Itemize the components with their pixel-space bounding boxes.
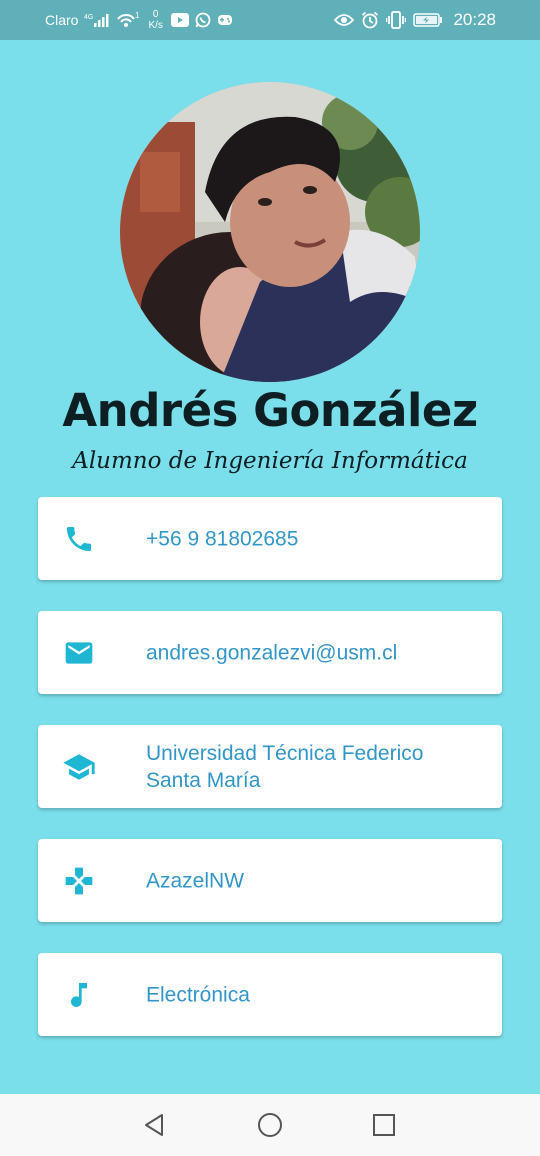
back-icon[interactable] — [138, 1109, 170, 1141]
wifi-icon: 1 — [116, 11, 140, 29]
card-university-line-1: Universidad Técnica Federico — [146, 741, 424, 765]
carrier-label: Claro — [45, 12, 79, 28]
svg-text:1: 1 — [135, 11, 140, 20]
status-right: 20:28 — [334, 0, 496, 40]
music-note-icon — [62, 978, 96, 1012]
status-time: 20:28 — [453, 10, 496, 29]
profile-subtitle: Alumno de Ingeniería Informática — [72, 448, 468, 474]
card-music[interactable]: Electrónica — [38, 953, 502, 1036]
card-music-line: Electrónica — [146, 983, 250, 1006]
card-phone-line: +56 9 81802685 — [146, 527, 299, 550]
card-gamertag[interactable]: AzazelNW — [38, 839, 502, 922]
battery-icon — [413, 13, 443, 27]
card-email[interactable]: andres.gonzalezvi@usm.cl — [38, 611, 502, 694]
status-left: Claro 4G 1 0 K/s — [45, 0, 233, 40]
recents-icon[interactable] — [368, 1109, 400, 1141]
svg-text:4G: 4G — [84, 14, 93, 21]
signal-icon: 4G — [84, 12, 110, 28]
profile-name: Andrés González — [62, 384, 478, 437]
home-icon[interactable] — [254, 1109, 286, 1141]
game-icon — [217, 13, 233, 27]
card-phone-text: +56 9 81802685 — [146, 525, 484, 552]
status-bar: Claro 4G 1 0 K/s 20:28 — [0, 0, 540, 40]
card-university-line-2: Santa María — [146, 768, 261, 792]
network-speed-unit: K/s — [148, 20, 163, 31]
card-email-line: andres.gonzalezvi@usm.cl — [146, 641, 398, 664]
card-university-text: Universidad Técnica Federico Santa María — [146, 740, 484, 794]
card-university[interactable]: Universidad Técnica Federico Santa María — [38, 725, 502, 808]
network-speed: 0 K/s — [148, 9, 162, 31]
card-email-text: andres.gonzalezvi@usm.cl — [146, 639, 484, 666]
card-gamertag-line: AzazelNW — [146, 869, 245, 892]
vibrate-icon — [386, 11, 407, 29]
youtube-icon — [170, 13, 189, 27]
profile-avatar — [120, 82, 420, 382]
whatsapp-icon — [195, 12, 211, 28]
gamepad-icon — [62, 864, 96, 898]
navigation-bar — [0, 1094, 540, 1156]
email-icon — [62, 636, 96, 670]
network-speed-value: 0 — [152, 9, 159, 20]
school-icon — [62, 750, 96, 784]
phone-icon — [62, 522, 96, 556]
alarm-icon — [361, 11, 379, 29]
eye-icon — [334, 13, 355, 27]
card-music-text: Electrónica — [146, 981, 484, 1008]
card-gamertag-text: AzazelNW — [146, 867, 484, 894]
card-phone[interactable]: +56 9 81802685 — [38, 497, 502, 580]
